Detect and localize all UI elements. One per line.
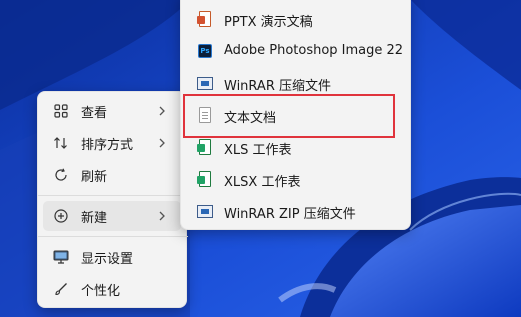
menu-item-label: 刷新 — [81, 170, 108, 185]
submenu-item-photoshop[interactable]: Ps Adobe Photoshop Image 22 — [186, 37, 405, 67]
submenu-item-label: WinRAR ZIP 压缩文件 — [224, 207, 356, 222]
winrar-zip-file-icon — [196, 203, 214, 221]
menu-item-new[interactable]: 新建 — [43, 201, 181, 231]
submenu-item-xlsx[interactable]: XLSX 工作表 — [186, 165, 405, 195]
submenu-item-label: XLSX 工作表 — [224, 175, 301, 190]
menu-item-refresh[interactable]: 刷新 — [43, 160, 181, 190]
submenu-item-label: Adobe Photoshop Image 22 — [224, 43, 404, 58]
grid-icon — [53, 103, 69, 119]
submenu-item-winrar[interactable]: WinRAR 压缩文件 — [186, 69, 405, 99]
submenu-item-pptx[interactable]: PPTX 演示文稿 — [186, 5, 405, 35]
submenu-item-label: WinRAR 压缩文件 — [224, 79, 331, 94]
menu-item-view[interactable]: 查看 — [43, 96, 181, 126]
menu-item-label: 查看 — [81, 106, 108, 121]
text-file-icon — [196, 107, 214, 125]
xlsx-file-icon — [196, 171, 214, 189]
desktop-context-menu: 查看 排序方式 刷新 新建 显示设置 个性化 — [37, 91, 188, 308]
submenu-item-text-document[interactable]: 文本文档 — [186, 101, 405, 131]
submenu-item-winrar-zip[interactable]: WinRAR ZIP 压缩文件 — [186, 197, 405, 227]
chevron-right-icon — [159, 138, 165, 148]
refresh-icon — [53, 167, 69, 183]
menu-item-label: 显示设置 — [81, 252, 134, 267]
submenu-item-label: PPTX 演示文稿 — [224, 15, 313, 30]
menu-item-label: 个性化 — [81, 284, 121, 299]
menu-item-personalize[interactable]: 个性化 — [43, 274, 181, 304]
menu-separator — [38, 195, 188, 196]
chevron-right-icon — [159, 211, 165, 221]
chevron-right-icon — [159, 106, 165, 116]
menu-item-display-settings[interactable]: 显示设置 — [43, 242, 181, 272]
submenu-item-label: 文本文档 — [224, 111, 277, 126]
new-plus-icon — [53, 208, 69, 224]
menu-item-sort-by[interactable]: 排序方式 — [43, 128, 181, 158]
submenu-item-xls[interactable]: XLS 工作表 — [186, 133, 405, 163]
menu-item-label: 排序方式 — [81, 138, 134, 153]
winrar-file-icon — [196, 75, 214, 93]
menu-separator — [38, 236, 188, 237]
xls-file-icon — [196, 139, 214, 157]
new-submenu: PPTX 演示文稿 Ps Adobe Photoshop Image 22 Wi… — [180, 0, 411, 230]
photoshop-icon-text: Ps — [198, 44, 212, 58]
menu-item-label: 新建 — [81, 211, 108, 226]
display-icon — [53, 249, 69, 265]
brush-icon — [53, 281, 69, 297]
submenu-item-label: XLS 工作表 — [224, 143, 292, 158]
photoshop-file-icon: Ps — [196, 43, 214, 61]
pptx-file-icon — [196, 11, 214, 29]
sort-icon — [53, 135, 69, 151]
